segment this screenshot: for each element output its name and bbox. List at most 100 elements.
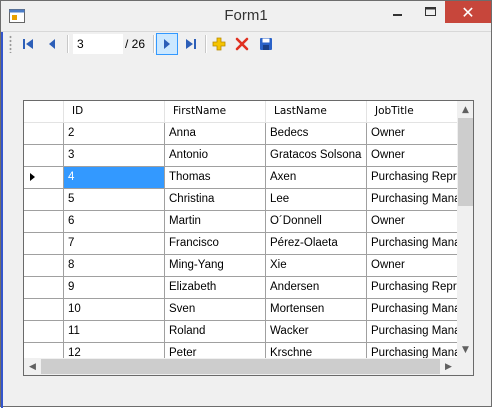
form1-window: Form1 ✕ / 26 [0, 0, 492, 408]
cell-lastname[interactable]: O´Donnell [266, 211, 367, 233]
cell-jobtitle[interactable]: Purchasing Mana... [367, 299, 457, 321]
table-row[interactable]: 9 Elizabeth Andersen Purchasing Repr... [24, 277, 457, 299]
cell-firstname[interactable]: Ming-Yang [165, 255, 266, 277]
cell-id[interactable]: 2 [64, 123, 165, 145]
table-row[interactable]: 2 Anna Bedecs Owner [24, 123, 457, 145]
scroll-right-icon[interactable]: ▶ [440, 358, 457, 375]
table-row[interactable]: 5ChristinaLeePurchasing Mana... [24, 189, 457, 211]
cell-jobtitle[interactable]: Purchasing Repr... [367, 167, 457, 189]
table-row[interactable]: 6 Martin O´Donnell Owner [24, 211, 457, 233]
column-header-row: ID FirstName LastName JobTitle [24, 101, 457, 123]
cell-jobtitle[interactable]: Owner [367, 145, 457, 167]
cell-lastname[interactable]: Mortensen [266, 299, 367, 321]
add-new-button[interactable] [208, 33, 230, 55]
title-bar[interactable]: Form1 ✕ [1, 1, 491, 32]
top-left-header-cell[interactable] [24, 101, 64, 123]
table-row[interactable]: 11RolandWackerPurchasing Mana... [24, 321, 457, 343]
cell-id[interactable]: 3 [64, 145, 165, 167]
move-previous-button[interactable] [41, 33, 63, 55]
scroll-left-icon[interactable]: ◀ [24, 358, 41, 375]
horizontal-scroll-thumb[interactable] [41, 359, 440, 374]
cell-id[interactable]: 5 [64, 189, 165, 211]
row-header-cell[interactable] [24, 321, 64, 343]
cell-jobtitle[interactable]: Owner [367, 123, 457, 145]
scroll-up-icon[interactable]: ▲ [457, 101, 473, 118]
table-row[interactable]: 12PeterKrschnePurchasing Mana... [24, 343, 457, 358]
scrollbar-corner [457, 358, 473, 375]
vertical-scrollbar[interactable]: ▲ ▼ [457, 101, 473, 358]
cell-firstname[interactable]: Thomas [165, 167, 266, 189]
row-header-cell[interactable] [24, 123, 64, 145]
data-grid[interactable]: ID FirstName LastName JobTitle 2 Anna Bede… [23, 100, 474, 376]
cell-firstname[interactable]: Elizabeth [165, 277, 266, 299]
cell-id[interactable]: 7 [64, 233, 165, 255]
row-header-cell[interactable] [24, 233, 64, 255]
cell-lastname[interactable]: Gratacos Solsona [266, 145, 367, 167]
table-row[interactable]: 3 Antonio Gratacos Solsona Owner [24, 145, 457, 167]
cell-firstname[interactable]: Sven [165, 299, 266, 321]
row-header-cell[interactable] [24, 255, 64, 277]
row-header-cell[interactable] [24, 189, 64, 211]
cell-firstname[interactable]: Peter [165, 343, 266, 358]
row-header-cell[interactable] [24, 299, 64, 321]
row-header-cell[interactable] [24, 343, 64, 358]
cell-lastname[interactable]: Wacker [266, 321, 367, 343]
cell-jobtitle[interactable]: Purchasing Mana... [367, 343, 457, 358]
cell-id[interactable]: 10 [64, 299, 165, 321]
table-row[interactable]: 8 Ming-Yang Xie Owner [24, 255, 457, 277]
toolbar-grip[interactable] [9, 35, 12, 53]
cell-lastname[interactable]: Bedecs [266, 123, 367, 145]
cell-id[interactable]: 4 [64, 167, 165, 189]
close-icon: ✕ [461, 2, 475, 22]
cell-firstname[interactable]: Antonio [165, 145, 266, 167]
minimize-button[interactable] [383, 1, 413, 23]
position-input[interactable] [73, 34, 123, 54]
cell-firstname[interactable]: Martin [165, 211, 266, 233]
close-button[interactable]: ✕ [445, 1, 491, 23]
cell-jobtitle[interactable]: Purchasing Repr... [367, 277, 457, 299]
cell-id[interactable]: 11 [64, 321, 165, 343]
scroll-down-icon[interactable]: ▼ [457, 341, 473, 358]
column-header-id[interactable]: ID [64, 101, 165, 123]
save-button[interactable] [255, 33, 277, 55]
save-icon [260, 38, 272, 50]
cell-id[interactable]: 8 [64, 255, 165, 277]
cell-jobtitle[interactable]: Purchasing Mana... [367, 321, 457, 343]
cell-id[interactable]: 6 [64, 211, 165, 233]
cell-id[interactable]: 9 [64, 277, 165, 299]
table-row[interactable]: 10SvenMortensenPurchasing Mana... [24, 299, 457, 321]
row-header-cell[interactable] [24, 277, 64, 299]
cell-lastname[interactable]: Xie [266, 255, 367, 277]
cell-lastname[interactable]: Axen [266, 167, 367, 189]
cell-lastname[interactable]: Krschne [266, 343, 367, 358]
cell-firstname[interactable]: Roland [165, 321, 266, 343]
column-header-jobtitle[interactable]: JobTitle [367, 101, 457, 123]
vertical-scroll-thumb[interactable] [458, 118, 473, 206]
table-row[interactable]: 4 Thomas Axen Purchasing Repr... [24, 167, 457, 189]
cell-lastname[interactable]: Andersen [266, 277, 367, 299]
column-header-lastname[interactable]: LastName [266, 101, 367, 123]
cell-jobtitle[interactable]: Owner [367, 255, 457, 277]
row-header-cell[interactable] [24, 145, 64, 167]
move-next-button[interactable] [156, 33, 178, 55]
move-first-button[interactable] [17, 33, 39, 55]
table-row[interactable]: 7FranciscoPérez-OlaetaPurchasing Mana... [24, 233, 457, 255]
maximize-button[interactable] [415, 1, 445, 23]
cell-firstname[interactable]: Christina [165, 189, 266, 211]
cell-jobtitle[interactable]: Owner [367, 211, 457, 233]
binding-navigator: / 26 [7, 31, 485, 57]
toolbar-separator [153, 35, 155, 53]
horizontal-scrollbar[interactable]: ◀ ▶ [24, 358, 457, 375]
delete-button[interactable] [231, 33, 253, 55]
row-header-cell[interactable] [24, 167, 64, 189]
cell-firstname[interactable]: Anna [165, 123, 266, 145]
cell-id[interactable]: 12 [64, 343, 165, 358]
column-header-firstname[interactable]: FirstName [165, 101, 266, 123]
cell-jobtitle[interactable]: Purchasing Mana... [367, 189, 457, 211]
cell-lastname[interactable]: Lee [266, 189, 367, 211]
move-last-button[interactable] [180, 33, 202, 55]
cell-lastname[interactable]: Pérez-Olaeta [266, 233, 367, 255]
row-header-cell[interactable] [24, 211, 64, 233]
cell-jobtitle[interactable]: Purchasing Mana... [367, 233, 457, 255]
cell-firstname[interactable]: Francisco [165, 233, 266, 255]
